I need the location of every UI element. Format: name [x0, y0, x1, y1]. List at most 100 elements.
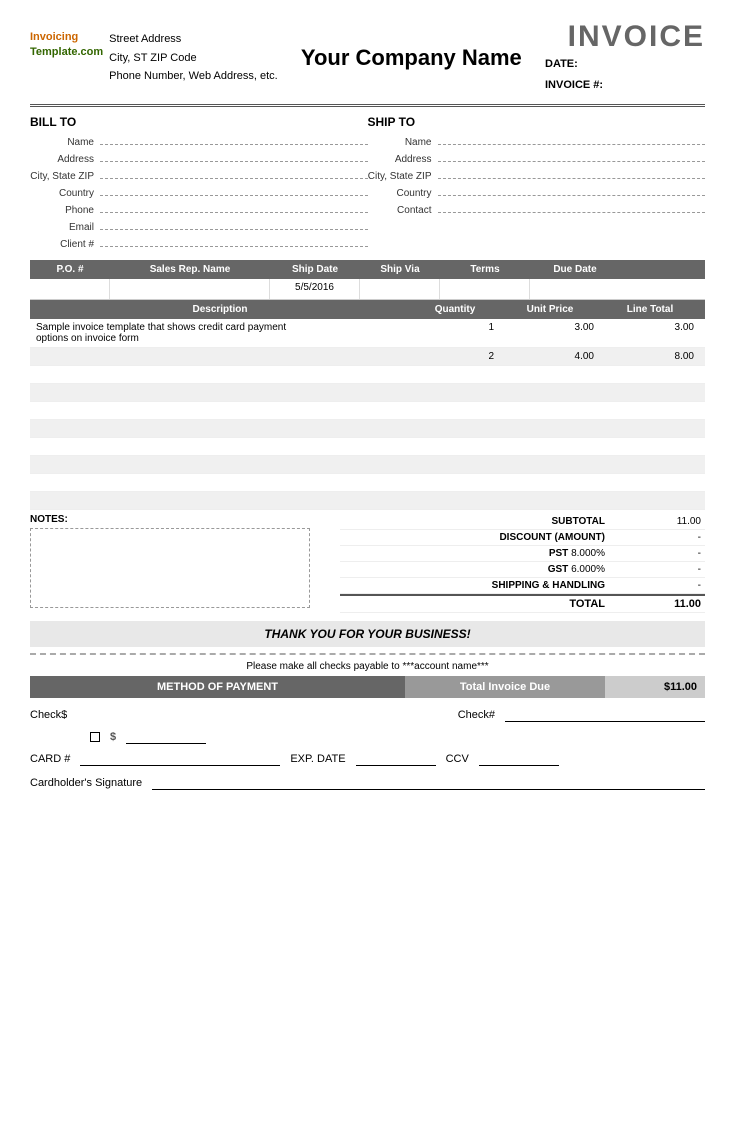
method-of-payment-label: METHOD OF PAYMENT [30, 676, 405, 698]
ship-country-field[interactable] [438, 184, 706, 196]
sales-rep-cell[interactable] [110, 279, 270, 299]
bill-country-field[interactable] [100, 184, 368, 196]
exp-label: EXP. DATE [290, 753, 345, 765]
ship-city-field[interactable] [438, 167, 706, 179]
ship-via-cell[interactable] [360, 279, 440, 299]
check-hash-field[interactable] [505, 708, 705, 722]
payment-method-bar: METHOD OF PAYMENT Total Invoice Due $11.… [30, 676, 705, 698]
bill-name-field[interactable] [100, 133, 368, 145]
card-number-field[interactable] [80, 752, 280, 766]
card-checkbox[interactable] [90, 732, 100, 742]
ship-contact-label: Contact [368, 205, 438, 216]
bill-address-field[interactable] [100, 150, 368, 162]
ship-date-cell[interactable]: 5/5/2016 [270, 279, 360, 299]
item-2-quantity[interactable]: 2 [410, 348, 500, 365]
bill-client-field[interactable] [100, 235, 368, 247]
item-1-unit-price[interactable]: 3.00 [500, 319, 600, 347]
ship-name-field[interactable] [438, 133, 706, 145]
bill-email-field[interactable] [100, 218, 368, 230]
exp-date-field[interactable] [356, 752, 436, 766]
item-row-4 [30, 384, 705, 402]
bill-country-label: Country [30, 188, 100, 199]
items-table-header: Description Quantity Unit Price Line Tot… [30, 300, 705, 319]
discount-row: DISCOUNT (AMOUNT) - [340, 530, 705, 546]
bill-name-label: Name [30, 137, 100, 148]
card-label: CARD # [30, 753, 70, 765]
ship-address-field[interactable] [438, 150, 706, 162]
ccv-label: CCV [446, 753, 469, 765]
item-row-8 [30, 456, 705, 474]
unit-price-col-header: Unit Price [500, 300, 600, 319]
gst-label: GST 6.000% [340, 564, 615, 575]
item-1-description[interactable]: Sample invoice template that shows credi… [30, 319, 410, 347]
signature-row: Cardholder's Signature [30, 776, 705, 790]
double-divider [30, 104, 705, 107]
shipping-row: SHIPPING & HANDLING - [340, 578, 705, 594]
checks-label: Check$ [30, 709, 67, 721]
notes-box: NOTES: [30, 514, 330, 613]
ship-name-row: Name [368, 133, 706, 148]
ship-country-row: Country [368, 184, 706, 199]
sales-rep-col-header: Sales Rep. Name [110, 260, 270, 279]
item-1-line-total[interactable]: 3.00 [600, 319, 700, 347]
item-row-5 [30, 402, 705, 420]
card-number-row: CARD # EXP. DATE CCV [30, 752, 705, 766]
bill-phone-field[interactable] [100, 201, 368, 213]
shipping-value: - [615, 580, 705, 591]
ship-name-label: Name [368, 137, 438, 148]
item-2-line-total[interactable]: 8.00 [600, 348, 700, 365]
ship-city-label: City, State ZIP [368, 171, 438, 182]
ship-to-title: SHIP TO [368, 115, 706, 129]
item-row-10 [30, 492, 705, 510]
invoice-num-label: INVOICE #: [545, 79, 603, 91]
dollar-sign: $ [110, 731, 116, 743]
ship-city-row: City, State ZIP [368, 167, 706, 182]
item-row-7 [30, 438, 705, 456]
discount-label: DISCOUNT (AMOUNT) [340, 532, 615, 543]
po-col-header: P.O. # [30, 260, 110, 279]
bill-city-field[interactable] [100, 167, 368, 179]
signature-field[interactable] [152, 776, 705, 790]
bill-phone-label: Phone [30, 205, 100, 216]
bill-country-row: Country [30, 184, 368, 199]
item-2-unit-price[interactable]: 4.00 [500, 348, 600, 365]
check-hash-label: Check# [458, 709, 495, 721]
ccv-field[interactable] [479, 752, 559, 766]
shipping-label: SHIPPING & HANDLING [340, 580, 615, 591]
item-2-description[interactable] [30, 348, 410, 365]
company-name: Your Company Name [278, 45, 545, 71]
bill-client-row: Client # [30, 235, 368, 250]
street-address: Street Address [109, 30, 278, 49]
bill-to-section: BILL TO Name Address City, State ZIP Cou… [30, 115, 368, 252]
quantity-col-header: Quantity [410, 300, 500, 319]
notes-textarea[interactable] [30, 528, 310, 608]
bill-city-label: City, State ZIP [30, 171, 100, 182]
ship-address-label: Address [368, 154, 438, 165]
total-row: TOTAL 11.00 [340, 594, 705, 613]
city-state-zip: City, ST ZIP Code [109, 49, 278, 68]
bill-email-row: Email [30, 218, 368, 233]
invoice-title: INVOICE [545, 20, 705, 54]
total-invoice-due-label: Total Invoice Due [405, 676, 605, 698]
subtotal-row: SUBTOTAL 11.00 [340, 514, 705, 530]
item-row-1: Sample invoice template that shows credi… [30, 319, 705, 348]
po-number-cell[interactable] [30, 279, 110, 299]
logo-template: Template.com [30, 45, 103, 60]
terms-cell[interactable] [440, 279, 530, 299]
item-row-9 [30, 474, 705, 492]
due-date-cell[interactable] [530, 279, 620, 299]
terms-col-header: Terms [440, 260, 530, 279]
pst-value: - [615, 548, 705, 559]
dollar-amount-field[interactable] [126, 730, 206, 744]
gst-row: GST 6.000% - [340, 562, 705, 578]
due-date-col-header: Due Date [530, 260, 620, 279]
subtotal-label: SUBTOTAL [340, 516, 615, 527]
ship-contact-field[interactable] [438, 201, 706, 213]
item-row-6 [30, 420, 705, 438]
item-row-2: 2 4.00 8.00 [30, 348, 705, 366]
item-1-quantity[interactable]: 1 [410, 319, 500, 347]
gst-value: - [615, 564, 705, 575]
totals-notes-section: NOTES: SUBTOTAL 11.00 DISCOUNT (AMOUNT) … [30, 514, 705, 613]
ship-to-section: SHIP TO Name Address City, State ZIP Cou… [368, 115, 706, 252]
ship-contact-row: Contact [368, 201, 706, 216]
